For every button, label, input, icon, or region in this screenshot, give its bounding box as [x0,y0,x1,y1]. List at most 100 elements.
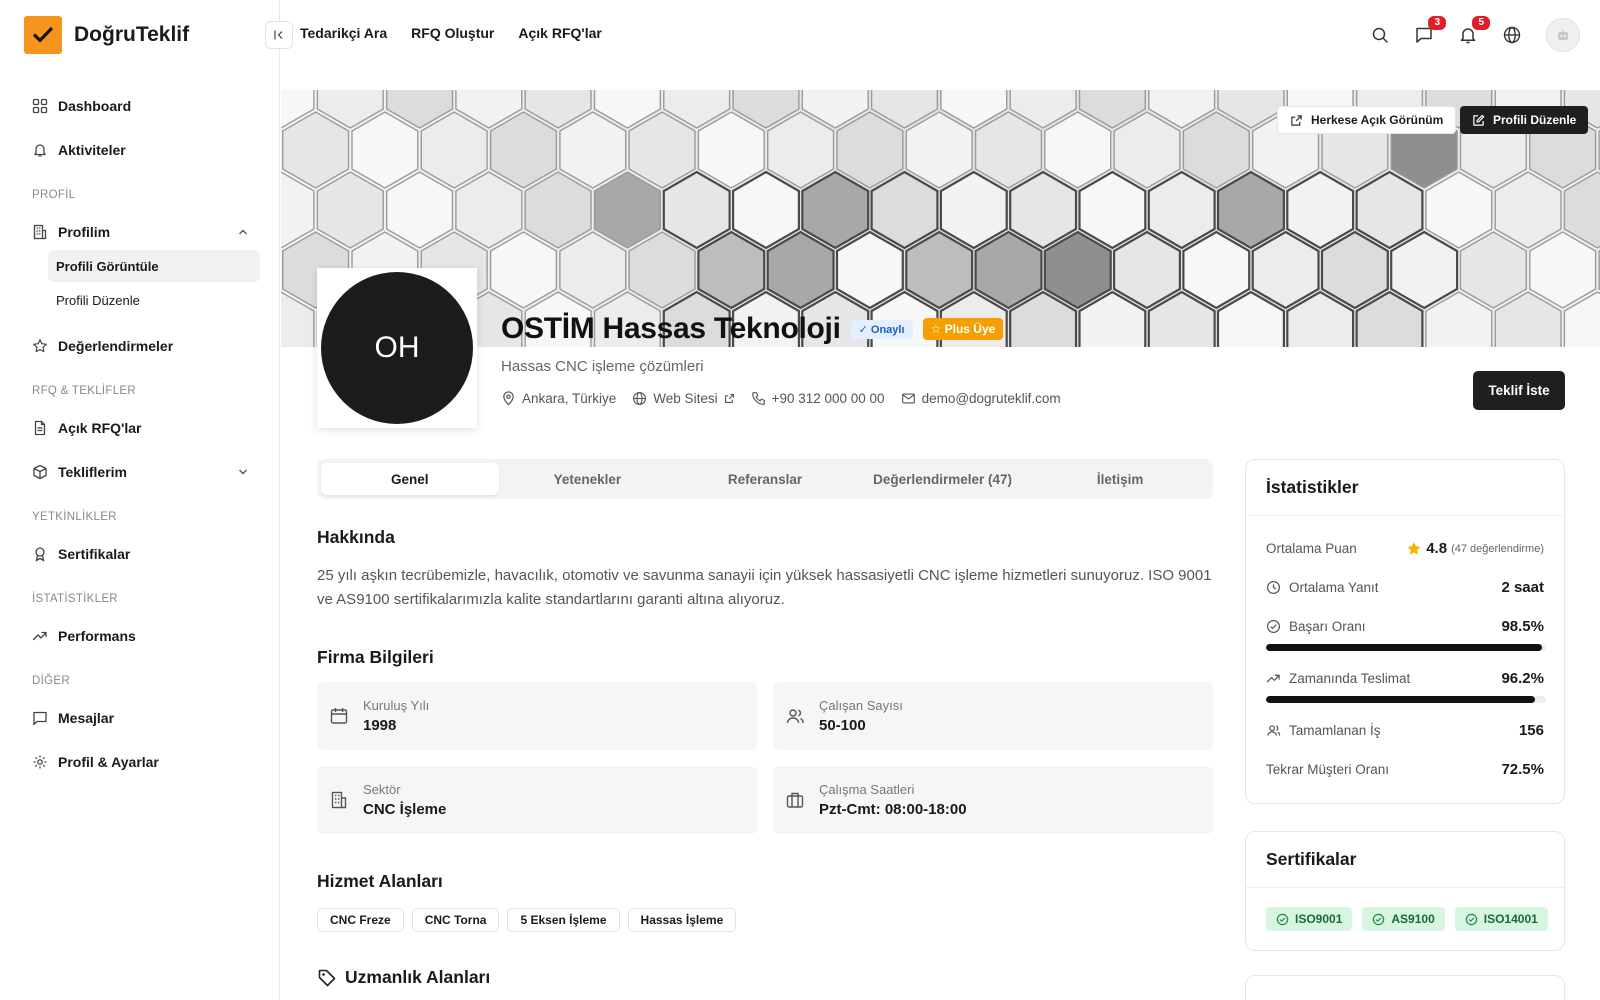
sidebar-item-label: Sertifikalar [58,546,131,562]
email-text: demo@dogruteklif.com [921,391,1061,406]
search-button[interactable] [1370,25,1390,45]
award-icon [35,547,45,562]
ontime-progress-fill [1266,696,1536,703]
calendar-icon [330,708,348,724]
avatar-initials: OH [321,272,473,424]
topnav-rfq-olustur[interactable]: RFQ Oluştur [411,25,494,41]
ontime-label: Zamanında Teslimat [1289,671,1411,686]
sidebar-item-sertifikalar[interactable]: Sertifikalar [32,542,130,566]
sidebar-item-label: Değerlendirmeler [58,338,174,354]
company-tagline: Hassas CNC işleme çözümleri [501,358,704,375]
stats-card: İstatistikler Ortalama Puan 4.8 (47 değe… [1245,459,1565,804]
certificate-badge[interactable]: AS9100 [1362,907,1445,931]
star-filled-icon [1407,541,1421,555]
firma-title: Firma Bilgileri [317,647,434,667]
repeat-value: 72.5% [1501,761,1544,778]
clock-icon [1266,580,1281,595]
star-icon [33,339,47,353]
sidebar-item-profil-ayarlar[interactable]: Profil & Ayarlar [32,750,159,774]
sidebar-item-acik-rfq[interactable]: Açık RFQ'lar [32,416,141,440]
gear-icon [33,755,47,769]
edit-profile-label: Profili Düzenle [1493,113,1577,127]
sidebar-item-profilim[interactable]: Profilim [32,220,110,244]
map-pin-icon [503,391,514,406]
sidebar-subitem-profili-goruntule[interactable]: Profili Görüntüle [48,250,260,282]
certificate-badge[interactable]: ISO9001 [1266,907,1353,931]
check-circle-icon [1276,913,1289,925]
topnav-acik-rfq[interactable]: Açık RFQ'lar [518,25,601,41]
sidebar-item-label: Tekliflerim [58,464,127,480]
section-label-profil: PROFİL [32,189,76,201]
plus-member-badge: ☆ Plus Üye [922,318,1004,340]
sidebar-subitem-profili-duzenle[interactable]: Profili Düzenle [48,284,260,316]
building-icon [33,224,47,240]
section-label-diger: DİĞER [32,675,70,687]
topnav-tedarikci-ara[interactable]: Tedarikçi Ara [300,25,387,41]
service-tag[interactable]: Hassas İşleme [627,908,737,932]
search-icon [1372,27,1388,43]
globe-icon [1503,26,1521,44]
top-navigation: Tedarikçi Ara RFQ Oluştur Açık RFQ'lar [300,25,602,41]
bot-avatar-icon [1558,29,1568,40]
done-value: 156 [1518,722,1544,739]
sektor-value: CNC İşleme [363,801,447,818]
language-button[interactable] [1502,25,1522,45]
public-view-label: Herkese Açık Görünüm [1311,113,1444,127]
sidebar-item-aktiviteler[interactable]: Aktiviteler [32,138,126,162]
sidebar-item-label: Profilim [58,224,111,240]
certificate-label: ISO14001 [1483,912,1538,926]
company-avatar: OH [317,268,477,428]
sidebar-item-dashboard[interactable]: Dashboard [32,94,131,118]
tag-icon [318,969,336,986]
section-label-rfq: RFQ & TEKLİFLER [32,385,136,397]
tab-degerlendirmeler[interactable]: Değerlendirmeler (47) [854,463,1032,495]
tab-referanslar[interactable]: Referanslar [676,463,854,495]
stat-repeat: Tekrar Müşteri Oranı 72.5% [1266,761,1544,778]
sidebar-item-mesajlar[interactable]: Mesajlar [32,706,114,730]
tab-iletisim[interactable]: İletişim [1031,463,1209,495]
certificates-card: Sertifikalar ISO9001 AS9100 ISO14001 [1245,831,1565,951]
messages-badge: 3 [1428,16,1446,30]
chevron-up-icon[interactable] [237,226,249,238]
message-square-icon [33,711,47,726]
edit-profile-button[interactable]: Profili Düzenle [1460,106,1589,134]
chevron-down-icon[interactable] [237,466,249,478]
success-value: 98.5% [1501,618,1544,635]
notifications-button[interactable]: 5 [1458,16,1490,45]
sidebar-item-degerlendirmeler[interactable]: Değerlendirmeler [32,334,173,358]
sidebar-collapse-button[interactable] [265,21,293,49]
profile-tabs: Genel Yetenekler Referanslar Değerlendir… [317,459,1213,499]
trending-up-icon [32,631,47,641]
certificates-title: Sertifikalar [1246,832,1564,888]
repeat-label: Tekrar Müşteri Oranı [1266,762,1390,777]
section-label-istatistikler: İSTATİSTİKLER [32,593,118,605]
service-tag[interactable]: 5 Eksen İşleme [507,908,620,932]
sidebar-item-tekliflerim[interactable]: Tekliflerim [32,460,127,484]
top-actions: 3 5 [1370,16,1580,52]
tab-yetenekler[interactable]: Yetenekler [499,463,677,495]
response-label: Ortalama Yanıt [1289,580,1379,595]
stat-ontime: Zamanında Teslimat 96.2% [1266,670,1544,687]
calisan-label: Çalışan Sayısı [819,698,903,713]
sidebar-item-performans[interactable]: Performans [32,624,136,648]
brand[interactable]: DoğruTeklif [24,16,189,54]
sidebar-item-label: Mesajlar [58,710,115,726]
info-card-saat: Çalışma Saatleri Pzt-Cmt: 08:00-18:00 [773,766,1213,834]
users-icon [786,709,804,724]
website-link[interactable]: Web Sitesi [632,391,734,406]
building-icon [331,791,347,809]
certificate-badge[interactable]: ISO14001 [1454,907,1548,931]
email[interactable]: demo@dogruteklif.com [901,391,1061,406]
messages-button[interactable]: 3 [1414,16,1446,45]
user-avatar[interactable] [1546,18,1580,52]
trending-up-icon [1266,674,1280,683]
public-view-button[interactable]: Herkese Açık Görünüm [1277,106,1457,134]
contact-info: Ankara, Türkiye Web Sitesi +90 312 000 0… [501,391,1061,406]
request-offer-button[interactable]: Teklif İste [1473,371,1565,410]
uzmanlik-label: Uzmanlık Alanları [345,967,491,987]
service-tag[interactable]: CNC Freze [317,908,404,932]
phone[interactable]: +90 312 000 00 00 [751,391,885,406]
tab-genel[interactable]: Genel [321,463,499,495]
website-text: Web Sitesi [653,391,718,406]
service-tag[interactable]: CNC Torna [411,908,500,932]
